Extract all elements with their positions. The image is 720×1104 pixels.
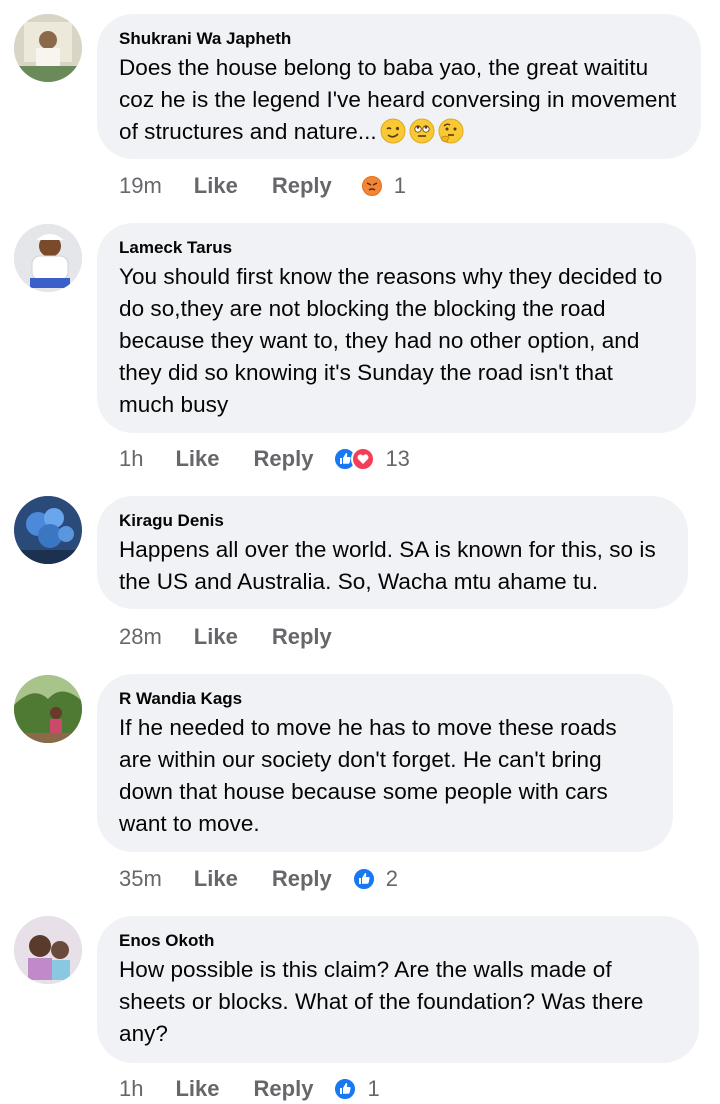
comment-timestamp[interactable]: 1h <box>119 1076 143 1102</box>
comment-bubble: R Wandia Kags If he needed to move he ha… <box>97 674 673 852</box>
love-reaction-icon <box>351 447 376 471</box>
avatar[interactable] <box>14 675 82 743</box>
comment-actions: 35m Like Reply 2 <box>119 864 398 894</box>
reaction-count: 1 <box>367 1076 380 1101</box>
reaction-summary[interactable]: 1 <box>359 173 406 199</box>
comment-text: If he needed to move he has to move thes… <box>119 715 617 836</box>
comment-author[interactable]: R Wandia Kags <box>119 688 651 710</box>
like-button[interactable]: Like <box>194 866 238 892</box>
comment-timestamp[interactable]: 35m <box>119 866 162 892</box>
comment-timestamp[interactable]: 19m <box>119 173 162 199</box>
comment-bubble: Shukrani Wa Japheth Does the house belon… <box>97 14 701 159</box>
reply-button[interactable]: Reply <box>254 1076 314 1102</box>
reaction-count: 2 <box>385 866 398 891</box>
comment-actions: 1h Like Reply 13 <box>119 444 410 474</box>
like-reaction-icon <box>333 1077 358 1101</box>
like-button[interactable]: Like <box>194 173 238 199</box>
comment-text: You should first know the reasons why th… <box>119 264 663 417</box>
angry-reaction-icon <box>359 174 384 198</box>
like-reaction-icon <box>351 867 376 891</box>
comment-actions: 19m Like Reply 1 <box>119 171 406 201</box>
reply-button[interactable]: Reply <box>272 624 332 650</box>
comment-timestamp[interactable]: 28m <box>119 624 162 650</box>
comment-bubble: Enos Okoth How possible is this claim? A… <box>97 916 699 1063</box>
avatar[interactable] <box>14 224 82 292</box>
comment-bubble: Kiragu Denis Happens all over the world.… <box>97 496 688 609</box>
comment-actions: 1h Like Reply 1 <box>119 1074 380 1104</box>
avatar[interactable] <box>14 916 82 984</box>
reaction-summary[interactable]: 2 <box>351 866 398 892</box>
avatar[interactable] <box>14 496 82 564</box>
comment-bubble: Lameck Tarus You should first know the r… <box>97 223 696 433</box>
comment-author[interactable]: Kiragu Denis <box>119 510 666 532</box>
reaction-summary[interactable]: 13 <box>333 446 410 472</box>
comment-author[interactable]: Shukrani Wa Japheth <box>119 28 679 50</box>
comment-author[interactable]: Enos Okoth <box>119 930 677 952</box>
comment-text: Happens all over the world. SA is known … <box>119 537 656 594</box>
comment-author[interactable]: Lameck Tarus <box>119 237 674 259</box>
thinking-face-emoji-icon <box>438 118 464 144</box>
comment-text: How possible is this claim? Are the wall… <box>119 957 644 1046</box>
winking-face-emoji-icon <box>380 118 406 144</box>
like-button[interactable]: Like <box>175 1076 219 1102</box>
reply-button[interactable]: Reply <box>272 866 332 892</box>
like-button[interactable]: Like <box>194 624 238 650</box>
comment-timestamp[interactable]: 1h <box>119 446 143 472</box>
reaction-count: 1 <box>393 173 406 198</box>
reply-button[interactable]: Reply <box>272 173 332 199</box>
reply-button[interactable]: Reply <box>254 446 314 472</box>
comment-actions: 28m Like Reply <box>119 622 366 652</box>
rolling-eyes-emoji-icon <box>409 118 435 144</box>
reaction-count: 13 <box>385 446 410 471</box>
like-button[interactable]: Like <box>175 446 219 472</box>
reaction-summary[interactable]: 1 <box>333 1076 380 1102</box>
avatar[interactable] <box>14 14 82 82</box>
comment-text: Does the house belong to baba yao, the g… <box>119 52 679 148</box>
